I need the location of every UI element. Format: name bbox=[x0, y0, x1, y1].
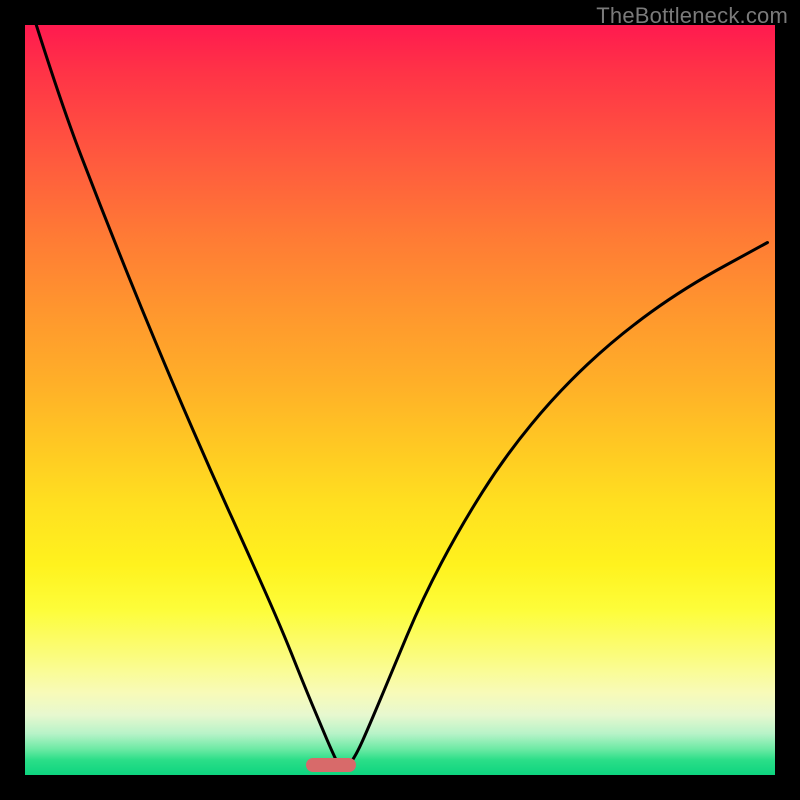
optimum-marker bbox=[306, 758, 356, 772]
bottleneck-curve bbox=[36, 25, 767, 768]
curve-layer bbox=[25, 25, 775, 775]
chart-frame: TheBottleneck.com bbox=[0, 0, 800, 800]
plot-area bbox=[25, 25, 775, 775]
